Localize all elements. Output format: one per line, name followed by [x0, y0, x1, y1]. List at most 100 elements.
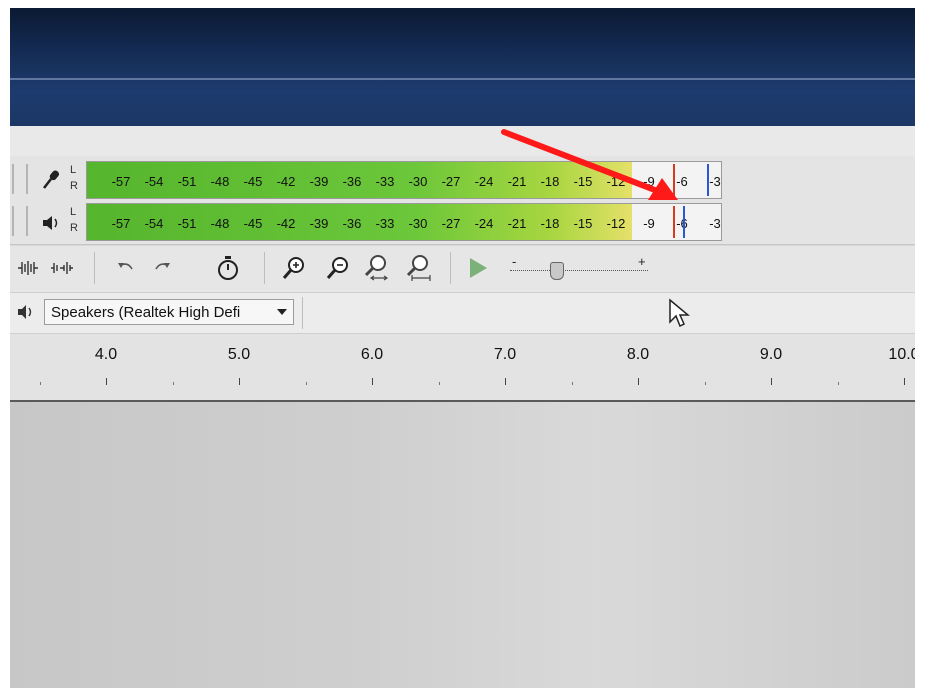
ruler-major-tick: [771, 378, 772, 385]
meter-scale-label: -48: [210, 216, 230, 231]
meter-scale-label: -48: [210, 174, 230, 189]
meter-scale-label: -27: [441, 216, 461, 231]
toolbar-separator: [450, 252, 451, 284]
microphone-icon[interactable]: [38, 166, 64, 192]
edit-toolbar: - +: [10, 246, 915, 293]
meter-scale-label: -54: [144, 216, 164, 231]
meter-scale-label: -24: [474, 174, 494, 189]
meter-scale-label: -45: [243, 216, 263, 231]
ruler-minor-tick: [704, 382, 706, 385]
meter-scale-label: -39: [309, 174, 329, 189]
meter-scale-label: -36: [342, 174, 362, 189]
playback-speed-slider[interactable]: - +: [510, 254, 650, 280]
ruler-minor-tick: [172, 382, 174, 385]
meter-scale-label: -9: [643, 216, 655, 231]
meter-scale-label: -54: [144, 174, 164, 189]
undo-icon[interactable]: [112, 254, 140, 282]
meter-scale-label: -33: [375, 216, 395, 231]
meter-scale-label: -51: [177, 174, 197, 189]
playback-max-marker: [683, 206, 685, 238]
track-area[interactable]: [10, 402, 915, 688]
ruler-major-tick: [372, 378, 373, 385]
meter-scale-label: -15: [573, 216, 593, 231]
meter-scale-label: -3: [709, 216, 721, 231]
playback-device-select[interactable]: Speakers (Realtek High Defi: [44, 299, 294, 325]
playback-peak-marker: [673, 206, 675, 238]
speed-min-label: -: [512, 254, 517, 269]
device-toolbar: Speakers (Realtek High Defi: [10, 293, 915, 334]
playback-meter-scale: -57 -54 -51 -48 -45 -42 -39 -36 -33 -30 -27 -24 -21-…: [87, 216, 721, 231]
toolbar-grip[interactable]: [12, 206, 28, 236]
speed-max-label: +: [638, 254, 646, 269]
meter-scale-label: -24: [474, 216, 494, 231]
timeline-ruler[interactable]: 4.0 5.0 6.0 7.0 8.0 9.0 10.0: [10, 334, 915, 402]
record-max-marker: [707, 164, 709, 196]
sync-lock-icon[interactable]: [214, 254, 242, 282]
channel-l-label: L: [70, 164, 77, 176]
screen: L R -57 -54 -51 -48 -45 -42 -39 -36 -33 -30 -27 -24…: [10, 8, 915, 688]
meter-scale-label: -30: [408, 174, 428, 189]
zoom-in-icon[interactable]: [280, 254, 308, 282]
meter-scale-label: -30: [408, 216, 428, 231]
ruler-major-tick: [505, 378, 506, 385]
red-annotation-arrow: [501, 129, 678, 200]
meter-scale-label: -51: [177, 216, 197, 231]
toolbar-separator: [94, 252, 95, 284]
ruler-major-tick: [239, 378, 240, 385]
meter-scale-label: -42: [276, 216, 296, 231]
ruler-minor-tick: [837, 382, 839, 385]
redo-icon[interactable]: [148, 254, 176, 282]
meter-scale-label: -33: [375, 174, 395, 189]
window-titlebar: [10, 8, 915, 126]
meter-scale-label: -42: [276, 174, 296, 189]
ruler-major-tick: [106, 378, 107, 385]
ruler-label: 9.0: [759, 346, 783, 363]
meter-toolbar: L R -57 -54 -51 -48 -45 -42 -39 -36 -33 -30 -27 -24…: [10, 156, 915, 245]
slider-thumb[interactable]: [550, 262, 564, 280]
record-meter-row: L R -57 -54 -51 -48 -45 -42 -39 -36 -33 -30 -27 -24…: [10, 158, 915, 200]
ruler-label: 5.0: [227, 346, 251, 363]
ruler-label: 8.0: [626, 346, 650, 363]
ruler-label: 6.0: [360, 346, 384, 363]
playback-meter-row: L R -57 -54 -51 -48 -45 -42 -39 -36 -33 -30 -27 -24…: [10, 202, 915, 244]
fit-selection-icon[interactable]: [362, 254, 390, 282]
meter-scale-label: -36: [342, 216, 362, 231]
ruler-minor-tick: [571, 382, 573, 385]
meter-scale-label: -39: [309, 216, 329, 231]
channel-l-label: L: [70, 206, 77, 218]
ruler-major-tick: [904, 378, 905, 385]
toolbar-separator: [302, 297, 303, 329]
ruler-label: 4.0: [94, 346, 118, 363]
silence-icon[interactable]: [48, 254, 76, 282]
play-at-speed-icon[interactable]: [464, 254, 492, 282]
meter-scale-label: -12: [606, 216, 626, 231]
ruler-label: 10.0: [888, 346, 915, 363]
meter-scale-label: -3: [709, 174, 721, 189]
slider-track: [510, 270, 648, 271]
meter-scale-label: -45: [243, 174, 263, 189]
mouse-cursor-icon: [669, 298, 690, 328]
ruler-minor-tick: [438, 382, 440, 385]
channel-r-label: R: [70, 180, 78, 192]
toolbar-separator: [264, 252, 265, 284]
meter-scale-label: -21: [507, 216, 527, 231]
ruler-minor-tick: [305, 382, 307, 385]
speaker-icon[interactable]: [38, 210, 64, 236]
meter-scale-label: -27: [441, 174, 461, 189]
trim-icon[interactable]: [14, 254, 42, 282]
meter-scale-label: -18: [540, 216, 560, 231]
meter-scale-label: -6: [676, 216, 688, 231]
playback-device-value: Speakers (Realtek High Defi: [51, 303, 241, 321]
chevron-down-icon[interactable]: [277, 309, 287, 315]
fit-project-icon[interactable]: [404, 254, 432, 282]
speaker-icon: [16, 303, 36, 326]
titlebar-divider: [10, 78, 915, 80]
menu-strip: [10, 126, 915, 156]
channel-r-label: R: [70, 222, 78, 234]
toolbar-grip[interactable]: [12, 164, 28, 194]
ruler-major-tick: [638, 378, 639, 385]
meter-scale-label: -57: [111, 174, 131, 189]
zoom-out-icon[interactable]: [324, 254, 352, 282]
playback-level-meter[interactable]: -57 -54 -51 -48 -45 -42 -39 -36 -33 -30 -27 -24 -21-…: [86, 203, 722, 241]
ruler-label: 7.0: [493, 346, 517, 363]
